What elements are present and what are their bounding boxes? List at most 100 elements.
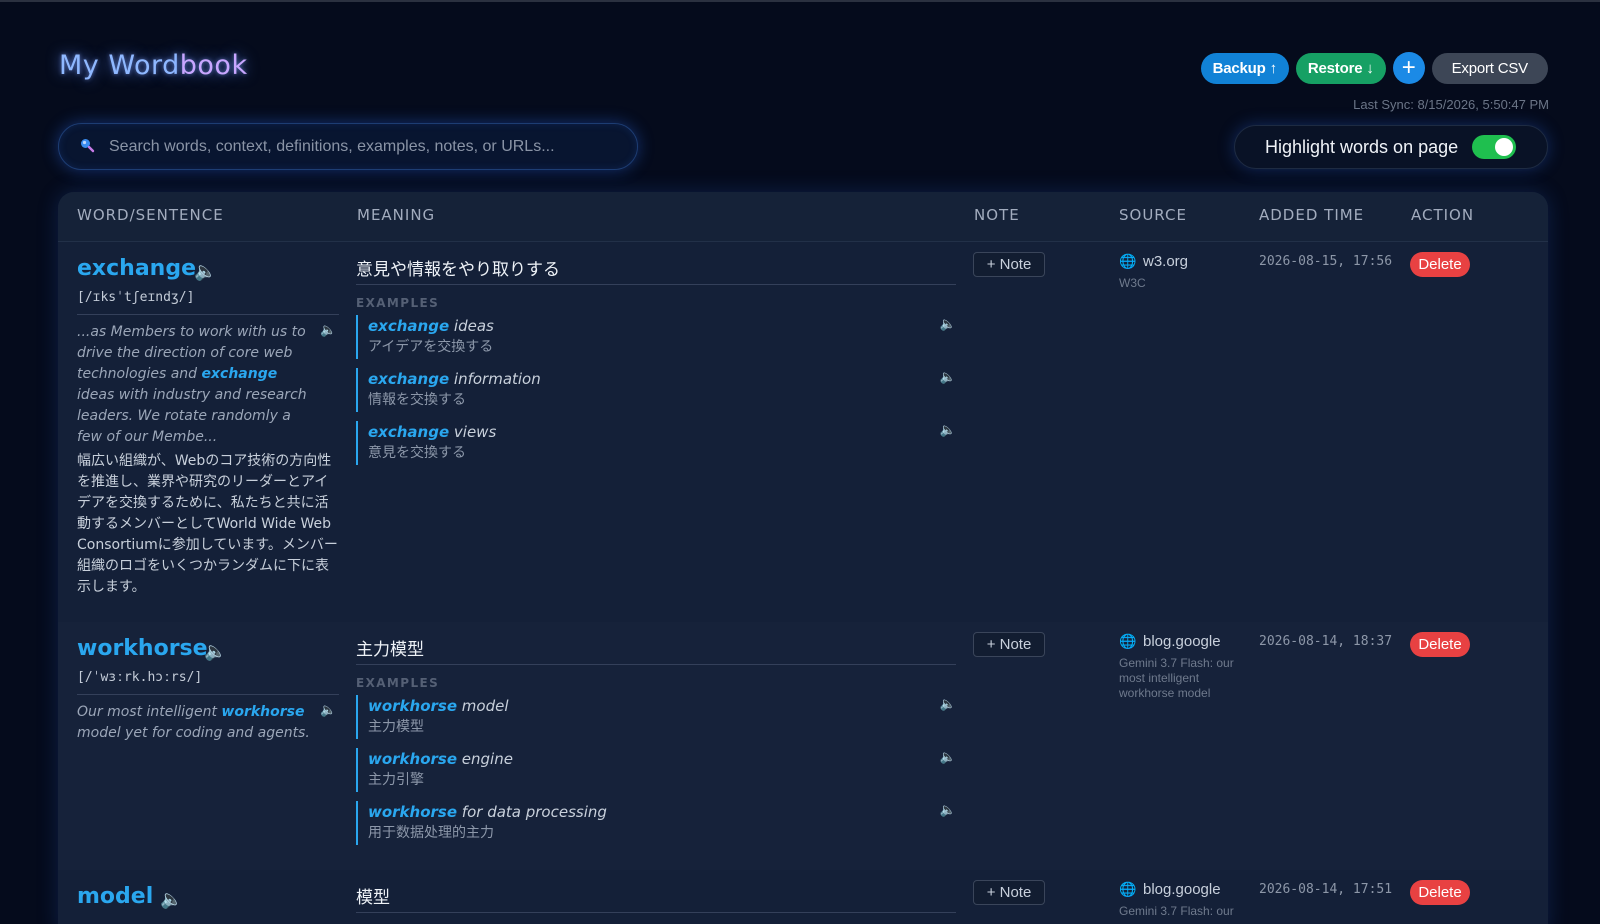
phonetic-text: [/ɪksˈtʃeɪndʒ/]: [77, 290, 195, 305]
add-word-button[interactable]: +: [1392, 52, 1425, 84]
highlight-toggle[interactable]: [1472, 135, 1517, 159]
example-rest: model: [457, 697, 509, 715]
column-header-source: SOURCE: [1119, 206, 1187, 224]
column-header-meaning: MEANING: [357, 206, 436, 224]
example-speaker-icon[interactable]: 🔈: [940, 697, 956, 712]
example-speaker-icon[interactable]: 🔈: [940, 803, 956, 818]
source-title: Gemini 3.7 Flash: our most intelligent w…: [1119, 656, 1234, 700]
examples-label: EXAMPLES: [356, 676, 440, 690]
delete-button[interactable]: Delete: [1410, 632, 1470, 657]
example-item: workhorse engine 主力引擎 🔈: [356, 748, 956, 792]
context-sentence: ...as Members to work with us to drive t…: [77, 322, 315, 448]
example-speaker-icon[interactable]: 🔈: [940, 750, 956, 765]
example-item: exchange information 情報を交換する 🔈: [356, 368, 956, 412]
backup-button[interactable]: Backup ↑: [1200, 52, 1289, 84]
source-link[interactable]: blog.google: [1143, 881, 1221, 898]
context-translation: 幅広い組織が、Webのコア技術の方向性を推進し、業界や研究のリーダーとアイデアを…: [77, 453, 338, 595]
context-highlight: workhorse: [221, 704, 305, 720]
example-item: workhorse model 主力模型 🔈: [356, 695, 956, 739]
globe-icon: 🌐: [1119, 882, 1137, 898]
export-csv-button[interactable]: Export CSV: [1431, 52, 1548, 84]
search-input[interactable]: [109, 137, 609, 156]
example-speaker-icon[interactable]: 🔈: [940, 317, 956, 332]
globe-icon: 🌐: [1119, 254, 1137, 270]
source-link[interactable]: w3.org: [1143, 253, 1188, 270]
delete-button[interactable]: Delete: [1410, 880, 1470, 905]
context-speaker-icon[interactable]: 🔈: [320, 703, 336, 718]
example-word: exchange: [368, 370, 450, 388]
meaning-text: 模型: [356, 888, 390, 908]
example-sentence: workhorse model: [368, 695, 956, 717]
example-item: exchange views 意見を交換する 🔈: [356, 421, 956, 465]
context-text: ideas with industry and research leaders…: [77, 387, 307, 445]
divider: [77, 314, 339, 315]
last-sync-text: Last Sync: 8/15/2026, 5:50:47 PM: [1353, 97, 1549, 112]
example-translation: 主力模型: [368, 719, 424, 735]
page-title: My Wordbook: [59, 50, 248, 81]
example-word: exchange: [368, 317, 450, 335]
example-translation: 主力引擎: [368, 772, 424, 788]
example-sentence: exchange information: [368, 368, 956, 390]
example-sentence: workhorse engine: [368, 748, 956, 770]
column-header-added-time: ADDED TIME: [1259, 206, 1365, 224]
example-rest: views: [449, 423, 497, 441]
word-text[interactable]: exchange: [77, 256, 196, 281]
example-sentence: exchange ideas: [368, 315, 956, 337]
example-rest: ideas: [449, 317, 494, 335]
column-header-note: NOTE: [974, 206, 1020, 224]
speaker-icon[interactable]: 🔈: [160, 889, 182, 910]
example-sentence: workhorse for data processing: [368, 801, 956, 823]
table-row: exchange 🔈 [/ɪksˈtʃeɪndʒ/] ...as Members…: [58, 242, 1548, 622]
example-item: exchange ideas アイデアを交換する 🔈: [356, 315, 956, 359]
example-word: workhorse: [368, 697, 458, 715]
examples-label: EXAMPLES: [356, 296, 440, 310]
example-translation: 用于数据处理的主力: [368, 825, 494, 841]
table-row: workhorse 🔈 [/ˈwɜːrk.hɔːrs/] Our most in…: [58, 622, 1548, 870]
example-speaker-icon[interactable]: 🔈: [940, 423, 956, 438]
source-title: Gemini 3.7 Flash: our: [1119, 904, 1234, 918]
added-time: 2026-08-14, 18:37: [1259, 634, 1393, 649]
source-link[interactable]: blog.google: [1143, 633, 1221, 650]
meaning-text: 主力模型: [356, 640, 424, 660]
delete-button[interactable]: Delete: [1410, 252, 1470, 277]
add-note-button[interactable]: + Note: [973, 880, 1045, 905]
meaning-divider: [356, 664, 956, 665]
word-text[interactable]: model: [77, 884, 153, 909]
column-header-word: WORD/SENTENCE: [77, 206, 224, 224]
example-rest: for data processing: [457, 803, 607, 821]
table-row: model 🔈 模型 + Note 🌐 blog.google Gemini 3…: [58, 870, 1548, 924]
meaning-text: 意見や情報をやり取りする: [356, 260, 560, 280]
context-sentence: Our most intelligent workhorse model yet…: [77, 702, 315, 744]
title-accent: book: [179, 50, 248, 81]
divider: [77, 694, 339, 695]
phonetic-text: [/ˈwɜːrk.hɔːrs/]: [77, 670, 203, 685]
added-time: 2026-08-15, 17:56: [1259, 254, 1393, 269]
example-rest: engine: [457, 750, 513, 768]
example-translation: 情報を交換する: [368, 392, 466, 408]
added-time: 2026-08-14, 17:51: [1259, 882, 1393, 897]
context-highlight: exchange: [201, 366, 278, 382]
table-header: WORD/SENTENCE MEANING NOTE SOURCE ADDED …: [58, 192, 1548, 242]
example-rest: information: [449, 370, 541, 388]
highlight-label: Highlight words on page: [1265, 136, 1459, 157]
context-text: Our most intelligent: [77, 704, 222, 720]
example-speaker-icon[interactable]: 🔈: [940, 370, 956, 385]
example-translation: アイデアを交換する: [368, 339, 494, 355]
example-word: workhorse: [368, 750, 458, 768]
word-text[interactable]: workhorse: [77, 636, 208, 661]
context-text: model yet for coding and agents.: [77, 725, 310, 741]
globe-icon: 🌐: [1119, 634, 1137, 650]
toolbar: Backup ↑ Restore ↓ + Export CSV: [1200, 52, 1548, 84]
meaning-divider: [356, 912, 956, 913]
add-note-button[interactable]: + Note: [973, 632, 1045, 657]
context-speaker-icon[interactable]: 🔈: [320, 323, 336, 338]
speaker-icon[interactable]: 🔈: [204, 641, 226, 662]
example-sentence: exchange views: [368, 421, 956, 443]
restore-button[interactable]: Restore ↓: [1295, 52, 1386, 84]
example-item: workhorse for data processing 用于数据处理的主力 …: [356, 801, 956, 845]
speaker-icon[interactable]: 🔈: [194, 261, 216, 282]
add-note-button[interactable]: + Note: [973, 252, 1045, 277]
search-box[interactable]: [58, 123, 638, 170]
example-word: exchange: [368, 423, 450, 441]
meaning-divider: [356, 284, 956, 285]
